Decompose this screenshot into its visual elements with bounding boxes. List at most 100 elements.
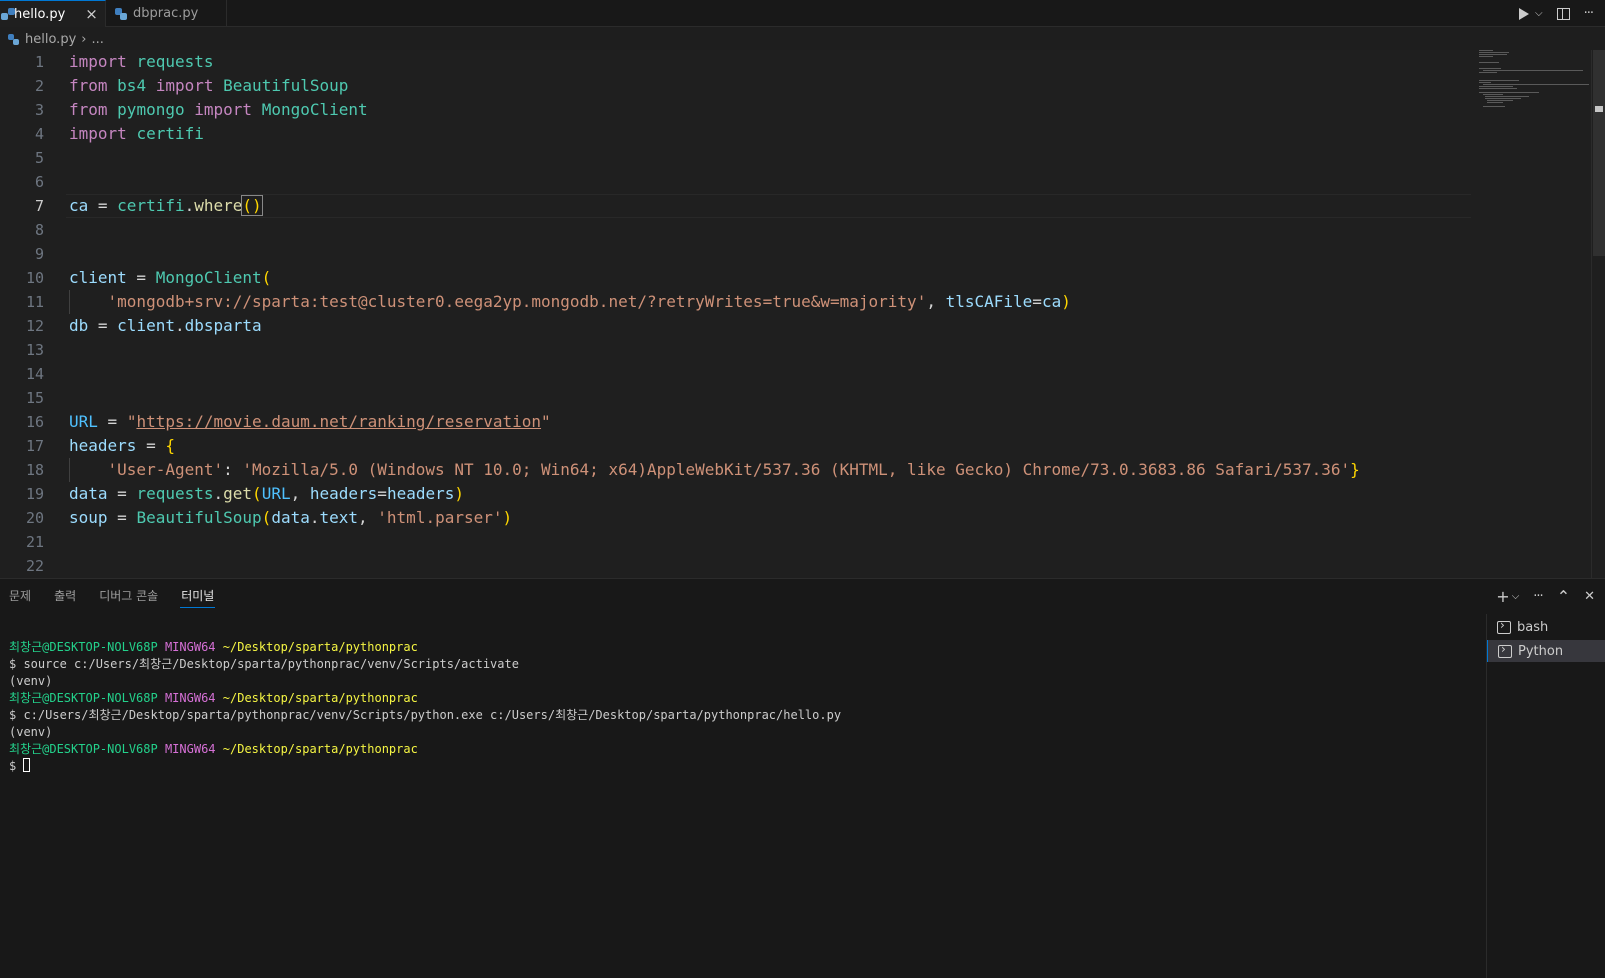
terminal-venv: (venv) [9,725,53,739]
minimap-line [1483,84,1589,85]
terminal-icon [1497,618,1511,634]
current-line-highlight [66,194,1471,218]
code-line: from bs4 import BeautifulSoup [69,76,349,95]
chevron-right-icon: › [81,31,87,47]
breadcrumb-file[interactable]: hello.py [25,32,76,47]
code-editor[interactable]: 1 2 3 4 5 6 7 8 9 10 11 12 13 14 15 16 1… [0,50,1605,578]
line-number: 1 [34,53,44,71]
minimap-line [1487,102,1503,103]
line-number: 9 [34,245,44,263]
breadcrumb: hello.py › ... [0,28,104,50]
minimap-line [1479,86,1513,87]
panel-tabs: 문제 출력 디버그 콘솔 터미널 [0,579,228,614]
code-line: 'mongodb+srv://sparta:test@cluster0.eega… [107,292,1071,311]
close-icon[interactable]: × [85,5,98,23]
line-number: 21 [25,533,44,551]
terminal-item-bash[interactable]: bash [1487,616,1605,638]
code-line: URL = "https://movie.daum.net/ranking/re… [69,412,551,431]
editor-actions: ⌵ ··· [1519,0,1605,27]
tab-label: hello.py [14,6,66,22]
editor-tab-bar: hello.py × dbprac.py ⌵ ··· [0,0,1605,27]
line-number: 11 [25,293,44,311]
tab-output[interactable]: 출력 [45,579,85,614]
minimap[interactable] [1477,50,1589,578]
minimap-line [1479,68,1501,69]
scrollbar-thumb[interactable] [1593,50,1605,256]
terminal-input-line[interactable]: $ [9,758,1485,775]
minimap-line [1487,100,1513,101]
line-number: 8 [34,221,44,239]
minimap-line [1479,50,1493,51]
tab-hello-py[interactable]: hello.py × [0,0,106,27]
chevron-down-icon[interactable]: ⌵ [1512,591,1520,602]
minimap-line [1483,106,1505,107]
bottom-panel: 문제 출력 디버그 콘솔 터미널 + ⌵ ··· ⌃ ✕ 최창근@DESKTOP… [0,578,1605,978]
line-number: 22 [25,557,44,575]
minimap-line [1479,92,1539,93]
url-link[interactable]: https://movie.daum.net/ranking/reservati… [136,412,541,431]
minimap-line [1485,96,1529,97]
line-number: 20 [25,509,44,527]
minimap-line [1479,88,1517,89]
minimap-line [1483,94,1503,95]
chevron-down-icon[interactable]: ⌵ [1535,8,1543,19]
line-number: 18 [25,461,44,479]
terminal-item-python[interactable]: Python [1487,640,1605,662]
breadcrumb-symbols[interactable]: ... [91,32,103,47]
line-number: 10 [25,269,44,287]
line-number: 19 [25,485,44,503]
terminal-prompt-line: 최창근@DESKTOP-NOLV68P MINGW64 ~/Desktop/sp… [9,742,418,756]
more-actions-icon[interactable]: ··· [1584,6,1594,21]
code-line-current: ca = certifi.where() [69,195,263,216]
add-terminal-icon[interactable]: + [1496,587,1509,606]
python-file-icon [8,33,19,45]
split-editor-icon[interactable] [1556,7,1570,20]
minimap-line [1479,62,1499,63]
line-number: 15 [25,389,44,407]
code-line: client = MongoClient( [69,268,272,287]
terminal-list: bash Python [1486,614,1605,978]
minimap-line [1479,52,1509,53]
tab-debug-console[interactable]: 디버그 콘솔 [90,579,167,614]
code-line: data = requests.get(URL, headers=headers… [69,484,465,503]
line-number: 4 [34,125,44,143]
line-number: 13 [25,341,44,359]
tab-terminal[interactable]: 터미널 [172,579,223,614]
tab-problems[interactable]: 문제 [0,579,40,614]
code-line: soup = BeautifulSoup(data.text, 'html.pa… [69,508,513,527]
terminal-cursor [23,758,31,772]
minimap-line [1485,98,1521,99]
cursor-position-marker [1595,106,1603,112]
minimap-line [1483,70,1583,71]
line-number: 3 [34,101,44,119]
minimap-line [1479,82,1491,83]
vertical-scrollbar[interactable] [1591,50,1605,578]
terminal-prompt-line: 최창근@DESKTOP-NOLV68P MINGW64 ~/Desktop/sp… [9,640,418,654]
terminal-venv: (venv) [9,674,53,688]
terminal-output[interactable]: 최창근@DESKTOP-NOLV68P MINGW64 ~/Desktop/sp… [0,614,1485,978]
terminal-command: $ source c:/Users/최창근/Desktop/sparta/pyt… [9,657,519,671]
panel-actions: + ⌵ ··· ⌃ ✕ [1496,579,1595,614]
tab-dbprac-py[interactable]: dbprac.py [107,0,227,27]
tab-label: dbprac.py [133,6,199,21]
python-file-icon [115,7,127,20]
close-panel-icon[interactable]: ✕ [1584,589,1595,604]
more-actions-icon[interactable]: ··· [1533,589,1543,604]
minimap-line [1479,72,1497,73]
line-number: 5 [34,149,44,167]
terminal-prompt-line: 최창근@DESKTOP-NOLV68P MINGW64 ~/Desktop/sp… [9,691,418,705]
line-number: 17 [25,437,44,455]
line-number: 16 [25,413,44,431]
code-line: import certifi [69,124,204,143]
line-number: 12 [25,317,44,335]
code-line: import requests [69,52,214,71]
code-line: db = client.dbsparta [69,316,262,335]
terminal-command: $ c:/Users/최창근/Desktop/sparta/pythonprac… [9,708,842,722]
line-number: 6 [34,173,44,191]
run-icon[interactable] [1519,7,1529,20]
code-line: 'User-Agent': 'Mozilla/5.0 (Windows NT 1… [107,460,1360,479]
maximize-panel-icon[interactable]: ⌃ [1557,587,1570,606]
code-line: headers = { [69,436,175,455]
code-line: from pymongo import MongoClient [69,100,368,119]
minimap-line [1479,56,1493,57]
